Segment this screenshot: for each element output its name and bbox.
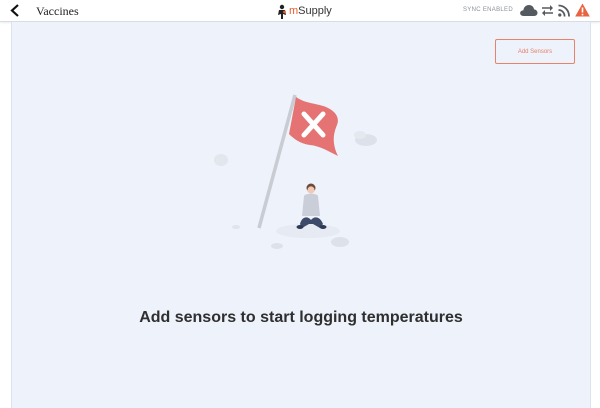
- msupply-logo: mSupply: [277, 3, 332, 19]
- add-sensors-button[interactable]: Add Sensors: [495, 39, 575, 64]
- empty-state-illustration: [214, 94, 377, 249]
- page-title: Vaccines: [36, 4, 79, 18]
- empty-state-message: Add sensors to start logging temperature…: [139, 309, 463, 326]
- logo-text: mSupply: [289, 5, 332, 17]
- top-bar: Vaccines mSupply SYNC ENABLED: [0, 0, 600, 22]
- logo-figure-icon: [278, 4, 286, 19]
- warning-icon[interactable]: [575, 3, 590, 17]
- sync-arrows-icon[interactable]: [542, 5, 553, 16]
- main-content: Add Sensors Add sensors to start logging…: [11, 22, 591, 408]
- cloud-icon[interactable]: [519, 3, 538, 17]
- sync-status: SYNC ENABLED: [463, 7, 513, 13]
- back-arrow-icon[interactable]: [9, 4, 21, 17]
- rss-feed-icon[interactable]: [558, 4, 570, 17]
